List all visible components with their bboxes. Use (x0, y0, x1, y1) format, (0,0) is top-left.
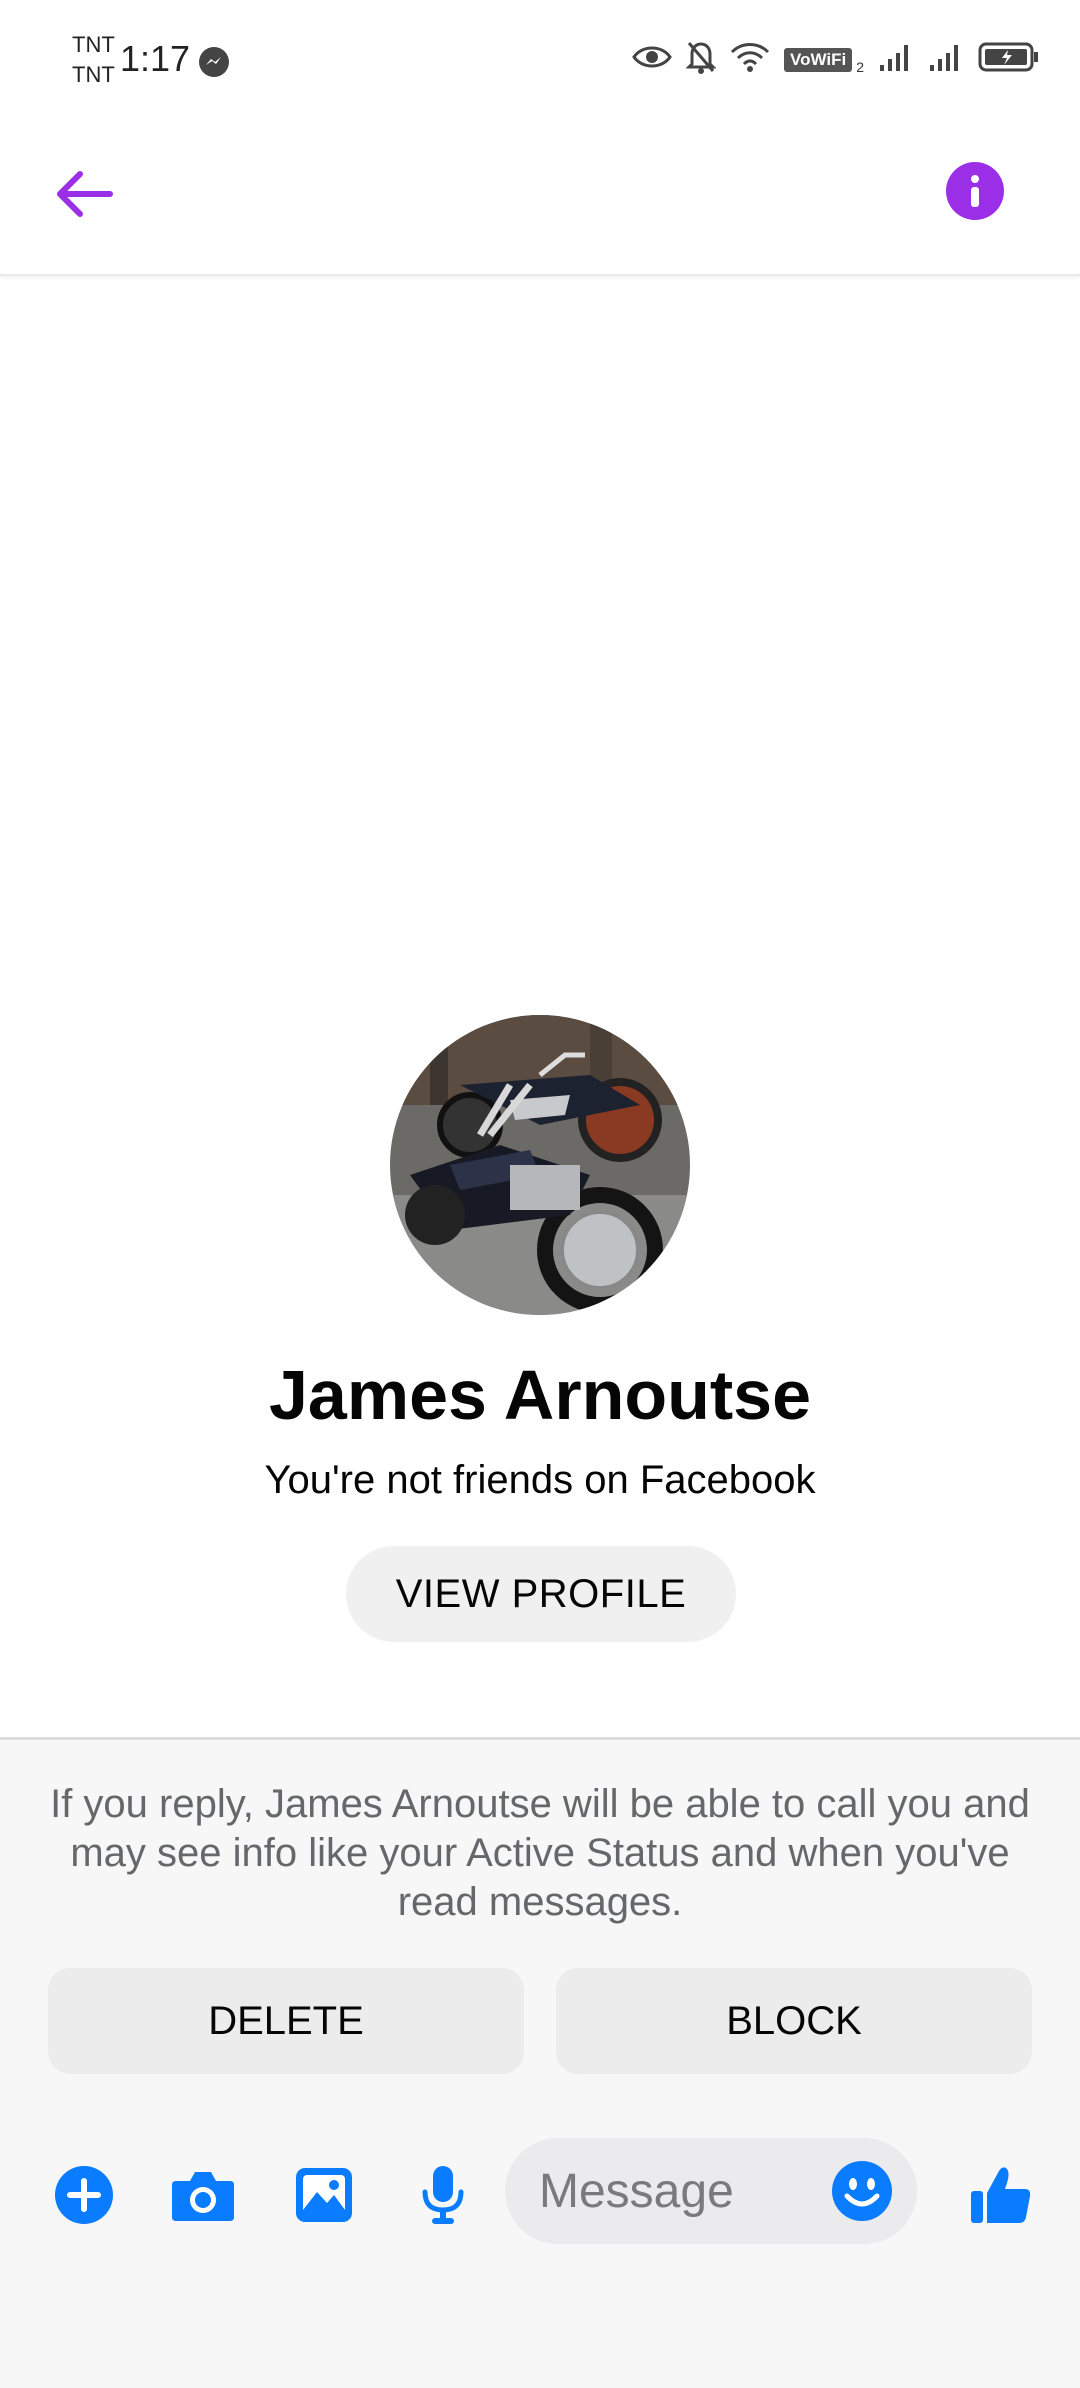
eye-icon (632, 43, 672, 76)
reply-disclaimer-text: If you reply, James Arnoutse will be abl… (50, 1782, 1030, 1924)
emoji-button[interactable] (831, 2160, 893, 2222)
back-button[interactable] (48, 158, 120, 230)
profile-name: James Arnoutse (268, 1356, 812, 1434)
microphone-icon (422, 2166, 464, 2224)
delete-button[interactable]: DELETE (48, 1968, 524, 2074)
gallery-icon (296, 2168, 352, 2222)
wifi-icon (730, 41, 770, 78)
app-bar (0, 120, 1080, 276)
signal-icon (928, 41, 964, 78)
status-icons: VoWiFi 2 (632, 40, 1040, 79)
carrier-2: TNT (72, 62, 115, 87)
clock: 1:17 (120, 38, 191, 79)
messenger-icon (198, 46, 230, 83)
camera-button[interactable] (168, 2160, 238, 2230)
motorcycle-photo (390, 1015, 690, 1315)
plus-icon (55, 2166, 113, 2224)
gallery-button[interactable] (289, 2160, 359, 2230)
status-bar: TNT TNT 1:17 VoWiFi 2 (0, 0, 1080, 120)
block-button[interactable]: BLOCK (556, 1968, 1032, 2074)
message-input[interactable] (539, 2138, 819, 2244)
bell-off-icon (685, 40, 717, 79)
avatar[interactable] (390, 1015, 690, 1315)
message-field[interactable] (505, 2138, 917, 2244)
view-profile-button[interactable]: VIEW PROFILE (346, 1546, 736, 1642)
thumbs-up-icon (971, 2167, 1031, 2223)
emoji-icon (832, 2161, 892, 2221)
carrier-labels: TNT TNT (72, 30, 115, 90)
vowifi-badge: VoWiFi (784, 47, 853, 72)
friend-status-text: You're not friends on Facebook (264, 1458, 816, 1502)
carrier-1: TNT (72, 32, 115, 57)
like-button[interactable] (966, 2160, 1036, 2230)
add-button[interactable] (49, 2160, 119, 2230)
info-button[interactable] (946, 162, 1004, 220)
camera-icon (172, 2172, 234, 2221)
back-arrow-icon (57, 171, 113, 217)
battery-charging-icon (978, 41, 1040, 78)
info-icon (971, 175, 979, 207)
vowifi-sim-number: 2 (856, 58, 864, 75)
voice-button[interactable] (408, 2160, 478, 2230)
signal-icon (878, 41, 914, 78)
